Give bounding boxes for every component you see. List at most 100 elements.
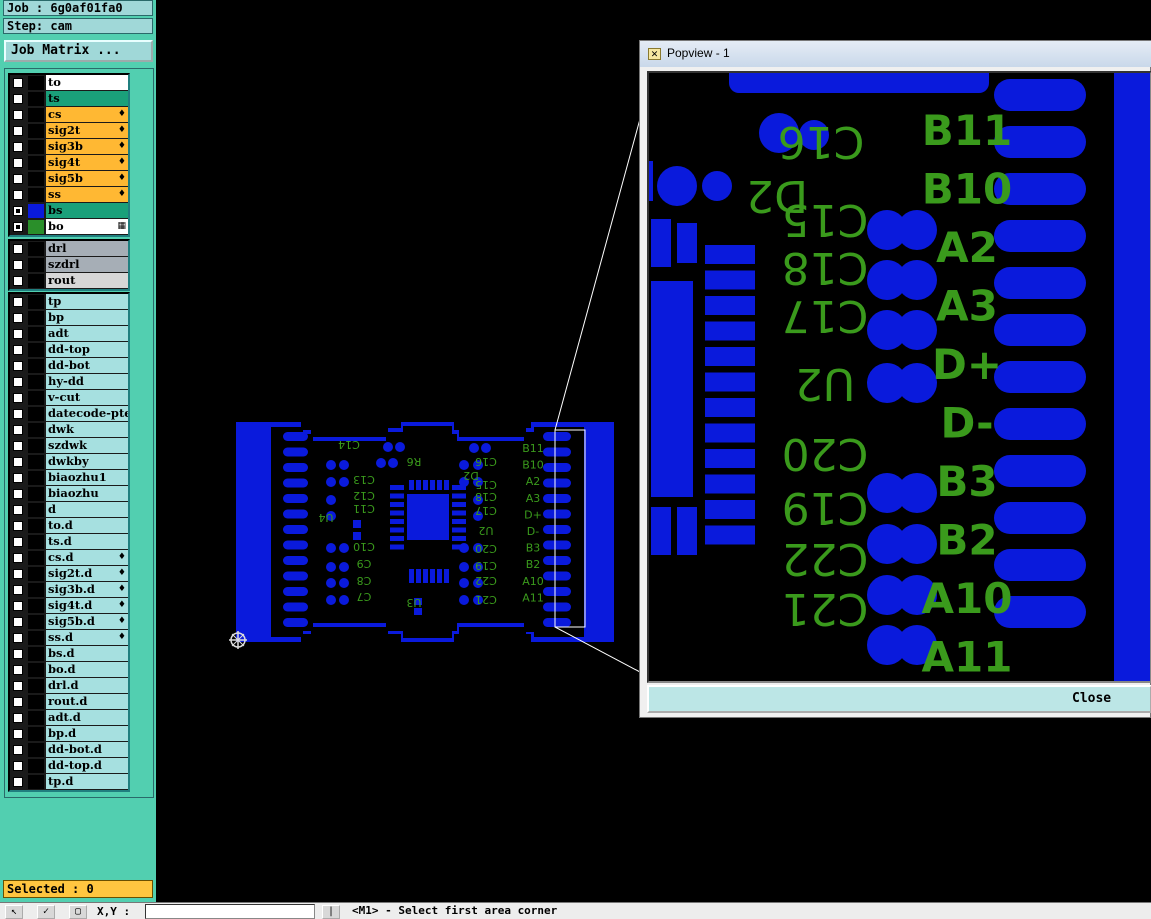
layer-name[interactable]: sig2t.d ♦ (46, 566, 128, 581)
layer-checkbox[interactable] (13, 126, 23, 136)
layer-checkbox[interactable] (13, 601, 23, 611)
layer-checkbox[interactable] (13, 649, 23, 659)
layer-checkbox[interactable] (13, 537, 23, 547)
layer-row[interactable]: szdwk (10, 438, 128, 454)
layer-color-swatch[interactable] (28, 695, 44, 709)
layer-name[interactable]: dd-bot.d (46, 742, 128, 757)
layer-name[interactable]: cs ♦ (46, 107, 128, 122)
layer-checkbox[interactable] (13, 393, 23, 403)
layer-color-swatch[interactable] (28, 124, 44, 138)
layer-color-swatch[interactable] (28, 471, 44, 485)
layer-name[interactable]: to (46, 75, 128, 90)
layer-row[interactable]: datecode-pte (10, 406, 128, 422)
layer-name[interactable]: d (46, 502, 128, 517)
layer-color-swatch[interactable] (28, 258, 44, 272)
layer-checkbox[interactable] (13, 473, 23, 483)
layer-checkbox[interactable] (13, 345, 23, 355)
layer-row[interactable]: biaozhu (10, 486, 128, 502)
layer-checkbox[interactable] (13, 745, 23, 755)
layer-color-swatch[interactable] (28, 519, 44, 533)
layer-row[interactable]: rout.d (10, 694, 128, 710)
layer-checkbox[interactable] (13, 78, 23, 88)
check-icon[interactable]: ✓ (37, 905, 55, 919)
layer-name[interactable]: bp.d (46, 726, 128, 741)
layer-name[interactable]: bo ▦ (46, 219, 128, 234)
layer-color-swatch[interactable] (28, 775, 44, 789)
layer-checkbox[interactable] (13, 329, 23, 339)
layer-name[interactable]: sig4t ♦ (46, 155, 128, 170)
layer-name[interactable]: sig4t.d ♦ (46, 598, 128, 613)
layer-checkbox[interactable] (13, 361, 23, 371)
layer-name[interactable]: szdrl (46, 257, 128, 272)
pointer-icon[interactable]: ↖ (5, 905, 23, 919)
layer-name[interactable]: adt (46, 326, 128, 341)
layer-color-swatch[interactable] (28, 551, 44, 565)
layer-row[interactable]: ts.d (10, 534, 128, 550)
layer-row[interactable]: bo ▦ (10, 219, 128, 235)
layer-color-swatch[interactable] (28, 583, 44, 597)
layer-name[interactable]: ts (46, 91, 128, 106)
layer-color-swatch[interactable] (28, 295, 44, 309)
layer-color-swatch[interactable] (28, 204, 44, 218)
layer-row[interactable]: dwkby (10, 454, 128, 470)
popview-titlebar[interactable]: ✕ Popview - 1 (640, 41, 1151, 67)
window-icon[interactable]: ▢ (69, 905, 87, 919)
layer-color-swatch[interactable] (28, 423, 44, 437)
layer-row[interactable]: cs.d ♦ (10, 550, 128, 566)
layer-color-swatch[interactable] (28, 140, 44, 154)
layer-row[interactable]: biaozhu1 (10, 470, 128, 486)
layer-checkbox[interactable] (13, 729, 23, 739)
layer-name[interactable]: bp (46, 310, 128, 325)
layer-row[interactable]: sig4t ♦ (10, 155, 128, 171)
layer-checkbox[interactable] (13, 94, 23, 104)
layer-color-swatch[interactable] (28, 375, 44, 389)
xy-field[interactable] (145, 904, 315, 919)
layer-name[interactable]: datecode-pte (46, 406, 128, 421)
layer-color-swatch[interactable] (28, 407, 44, 421)
layer-color-swatch[interactable] (28, 188, 44, 202)
layer-checkbox[interactable] (13, 297, 23, 307)
layer-row[interactable]: rout (10, 273, 128, 289)
layer-color-swatch[interactable] (28, 359, 44, 373)
layer-row[interactable]: hy-dd (10, 374, 128, 390)
layer-name[interactable]: bs (46, 203, 128, 218)
layer-row[interactable]: to (10, 75, 128, 91)
layer-name[interactable]: ts.d (46, 534, 128, 549)
layer-checkbox[interactable] (13, 174, 23, 184)
layer-row[interactable]: adt (10, 326, 128, 342)
layer-checkbox[interactable] (13, 585, 23, 595)
layer-name[interactable]: to.d (46, 518, 128, 533)
layer-color-swatch[interactable] (28, 631, 44, 645)
layer-color-swatch[interactable] (28, 599, 44, 613)
layer-name[interactable]: ss ♦ (46, 187, 128, 202)
layer-name[interactable]: rout (46, 273, 128, 288)
layer-name[interactable]: ss.d ♦ (46, 630, 128, 645)
layer-name[interactable]: dd-top (46, 342, 128, 357)
layer-checkbox[interactable] (13, 244, 23, 254)
layer-checkbox[interactable] (13, 505, 23, 515)
layer-color-swatch[interactable] (28, 327, 44, 341)
layer-checkbox[interactable] (13, 633, 23, 643)
layer-name[interactable]: cs.d ♦ (46, 550, 128, 565)
layer-row[interactable]: ss ♦ (10, 187, 128, 203)
layer-checkbox[interactable] (13, 441, 23, 451)
layer-row[interactable]: sig4t.d ♦ (10, 598, 128, 614)
layer-name[interactable]: tp.d (46, 774, 128, 789)
layer-name[interactable]: tp (46, 294, 128, 309)
layer-row[interactable]: dwk (10, 422, 128, 438)
layer-checkbox[interactable] (13, 697, 23, 707)
layer-checkbox[interactable] (13, 489, 23, 499)
layer-name[interactable]: sig5b.d ♦ (46, 614, 128, 629)
layer-color-swatch[interactable] (28, 391, 44, 405)
layer-checkbox[interactable] (13, 777, 23, 787)
layer-checkbox[interactable] (13, 260, 23, 270)
layer-checkbox[interactable] (13, 313, 23, 323)
layer-color-swatch[interactable] (28, 615, 44, 629)
layer-row[interactable]: szdrl (10, 257, 128, 273)
layer-name[interactable]: dd-bot (46, 358, 128, 373)
layer-checkbox[interactable] (13, 617, 23, 627)
layer-color-swatch[interactable] (28, 743, 44, 757)
close-button[interactable]: Close (647, 685, 1151, 713)
layer-color-swatch[interactable] (28, 242, 44, 256)
layer-row[interactable]: drl.d (10, 678, 128, 694)
